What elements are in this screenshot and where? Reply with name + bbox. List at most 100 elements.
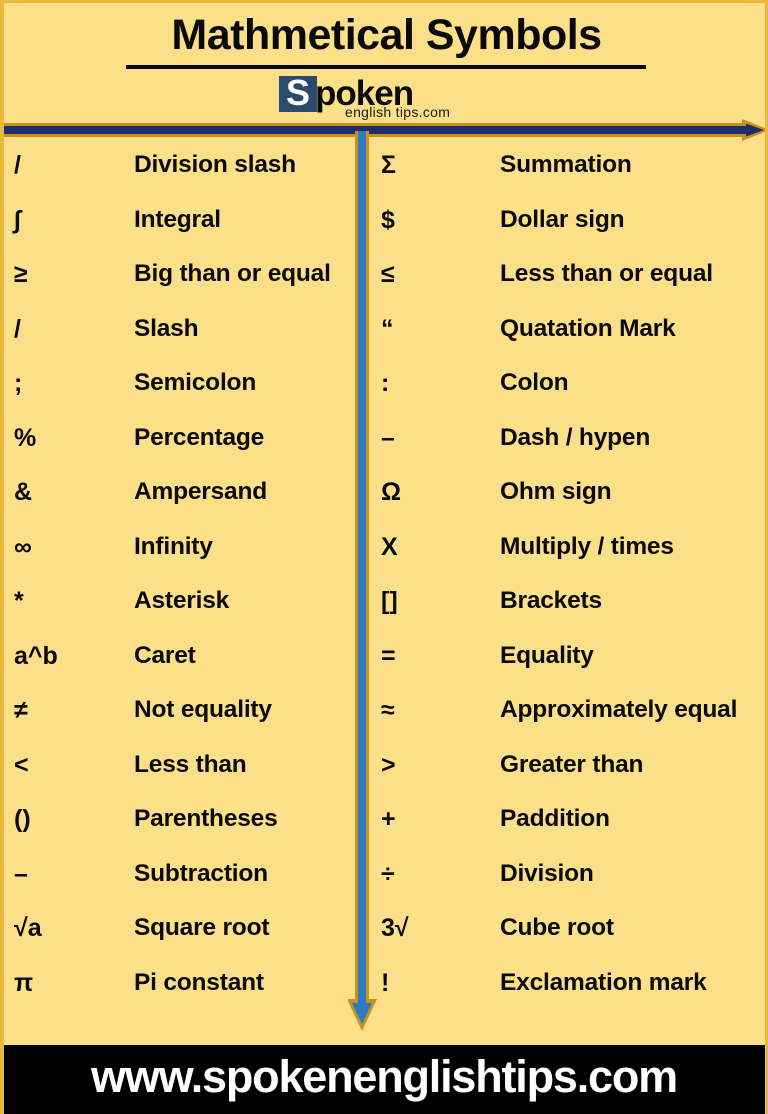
symbol-label: Pi constant bbox=[134, 968, 264, 996]
symbol-glyph: ≤ bbox=[381, 260, 395, 288]
symbol-row: ≠ Not equality bbox=[8, 693, 353, 748]
symbol-glyph: ≥ bbox=[14, 260, 28, 288]
symbol-label: Percentage bbox=[134, 423, 265, 451]
symbol-row: / Slash bbox=[8, 312, 353, 367]
symbol-row: 3√ Cube root bbox=[376, 911, 765, 966]
symbol-label: Paddition bbox=[500, 805, 610, 832]
symbol-row: ∫ Integral bbox=[8, 203, 353, 258]
symbol-glyph: & bbox=[14, 478, 33, 506]
symbol-label: Semicolon bbox=[134, 369, 257, 396]
symbol-row: ≤ Less than or equal bbox=[376, 257, 765, 312]
symbol-glyph: a^b bbox=[14, 641, 58, 670]
symbol-glyph: Ω bbox=[381, 478, 402, 506]
symbol-row: Σ Summation bbox=[376, 148, 765, 203]
symbol-glyph: π bbox=[14, 968, 34, 997]
symbol-label: Integral bbox=[134, 205, 221, 233]
poster-header: Mathmetical Symbols S poken english tips… bbox=[4, 3, 765, 123]
symbol-glyph: $ bbox=[381, 205, 395, 234]
symbol-glyph: ! bbox=[381, 968, 390, 997]
symbol-column-left: / Division slash ∫ Integral ≥ Big than o… bbox=[8, 148, 353, 1020]
symbol-glyph: ∫ bbox=[14, 205, 21, 234]
symbol-label: Exclamation mark bbox=[500, 968, 707, 996]
symbol-row: $ Dollar sign bbox=[376, 203, 765, 258]
symbol-glyph: > bbox=[381, 750, 396, 779]
symbol-label: Caret bbox=[134, 641, 196, 669]
logo-tagline: english tips.com bbox=[345, 104, 451, 120]
symbol-label: Equality bbox=[500, 641, 594, 669]
symbol-label: Asterisk bbox=[134, 587, 230, 614]
symbol-glyph: 3√ bbox=[381, 914, 409, 942]
symbol-glyph: = bbox=[381, 641, 396, 670]
symbol-row: () Parentheses bbox=[8, 802, 353, 857]
symbol-glyph: % bbox=[14, 423, 37, 452]
symbol-label: Slash bbox=[134, 314, 199, 342]
symbol-label: Less than bbox=[134, 750, 247, 778]
symbol-row: > Greater than bbox=[376, 748, 765, 803]
symbol-glyph: ≈ bbox=[381, 696, 395, 724]
arrow-right-icon bbox=[4, 119, 765, 141]
symbol-row: ; Semicolon bbox=[8, 366, 353, 421]
symbol-glyph: () bbox=[14, 805, 31, 833]
symbol-label: Approximately equal bbox=[500, 696, 738, 723]
symbol-row: “ Quatation Mark bbox=[376, 312, 765, 367]
symbol-row: ÷ Division bbox=[376, 857, 765, 912]
symbol-label: Ohm sign bbox=[500, 478, 612, 505]
symbol-row: √a Square root bbox=[8, 911, 353, 966]
symbol-glyph: ≠ bbox=[14, 696, 28, 724]
symbol-label: Big than or equal bbox=[134, 260, 331, 287]
logo-badge-letter: S bbox=[285, 72, 310, 113]
symbol-label: Division bbox=[500, 859, 594, 887]
symbol-row: [] Brackets bbox=[376, 584, 765, 639]
symbol-label: Brackets bbox=[500, 587, 602, 614]
symbol-row: = Equality bbox=[376, 639, 765, 694]
symbol-row: – Dash / hypen bbox=[376, 421, 765, 476]
symbol-glyph: ÷ bbox=[381, 859, 395, 888]
symbol-label: Division slash bbox=[134, 151, 296, 178]
title-underline bbox=[126, 65, 646, 69]
symbol-glyph: : bbox=[381, 369, 390, 397]
symbol-row: ≈ Approximately equal bbox=[376, 693, 765, 748]
symbol-row: < Less than bbox=[8, 748, 353, 803]
symbol-glyph: / bbox=[14, 151, 21, 179]
symbol-glyph: + bbox=[381, 805, 396, 833]
symbol-label: Dollar sign bbox=[500, 205, 625, 233]
symbol-glyph: ∞ bbox=[14, 532, 32, 561]
logo-badge: S bbox=[279, 72, 317, 113]
symbol-label: Greater than bbox=[500, 750, 644, 778]
symbol-label: Parentheses bbox=[134, 805, 278, 832]
symbol-row: + Paddition bbox=[376, 802, 765, 857]
brand-logo: S poken english tips.com bbox=[279, 72, 499, 120]
symbol-label: Multiply / times bbox=[500, 532, 674, 560]
symbol-glyph: [] bbox=[381, 587, 398, 615]
symbol-label: Colon bbox=[500, 369, 569, 396]
page-title: Mathmetical Symbols bbox=[171, 11, 602, 59]
symbol-glyph: / bbox=[14, 314, 21, 343]
symbol-row: Ω Ohm sign bbox=[376, 475, 765, 530]
symbol-label: Subtraction bbox=[134, 859, 268, 887]
symbol-label: Summation bbox=[500, 151, 632, 178]
symbol-label: Infinity bbox=[134, 532, 213, 560]
symbol-glyph: X bbox=[381, 532, 398, 561]
symbol-row: % Percentage bbox=[8, 421, 353, 476]
poster-canvas: Mathmetical Symbols S poken english tips… bbox=[0, 0, 768, 1114]
symbol-row: a^b Caret bbox=[8, 639, 353, 694]
symbol-label: Quatation Mark bbox=[500, 314, 676, 342]
symbol-row: ! Exclamation mark bbox=[376, 966, 765, 1021]
symbol-column-right: Σ Summation $ Dollar sign ≤ Less than or… bbox=[376, 148, 765, 1021]
symbol-row: / Division slash bbox=[8, 148, 353, 203]
symbol-label: Cube root bbox=[500, 914, 614, 941]
symbol-row: π Pi constant bbox=[8, 966, 353, 1021]
symbol-glyph: – bbox=[381, 423, 395, 452]
symbol-glyph: “ bbox=[381, 314, 394, 343]
poster-footer: www.spokenenglishtips.com bbox=[4, 1045, 765, 1114]
symbol-row: : Colon bbox=[376, 366, 765, 421]
symbol-label: Less than or equal bbox=[500, 260, 713, 287]
footer-website-url[interactable]: www.spokenenglishtips.com bbox=[4, 1051, 765, 1103]
symbol-glyph: Σ bbox=[381, 151, 397, 179]
symbol-row: X Multiply / times bbox=[376, 530, 765, 585]
symbol-row: * Asterisk bbox=[8, 584, 353, 639]
symbol-label: Not equality bbox=[134, 696, 272, 723]
symbol-glyph: √a bbox=[14, 914, 42, 942]
symbol-glyph: < bbox=[14, 750, 29, 779]
symbol-row: & Ampersand bbox=[8, 475, 353, 530]
